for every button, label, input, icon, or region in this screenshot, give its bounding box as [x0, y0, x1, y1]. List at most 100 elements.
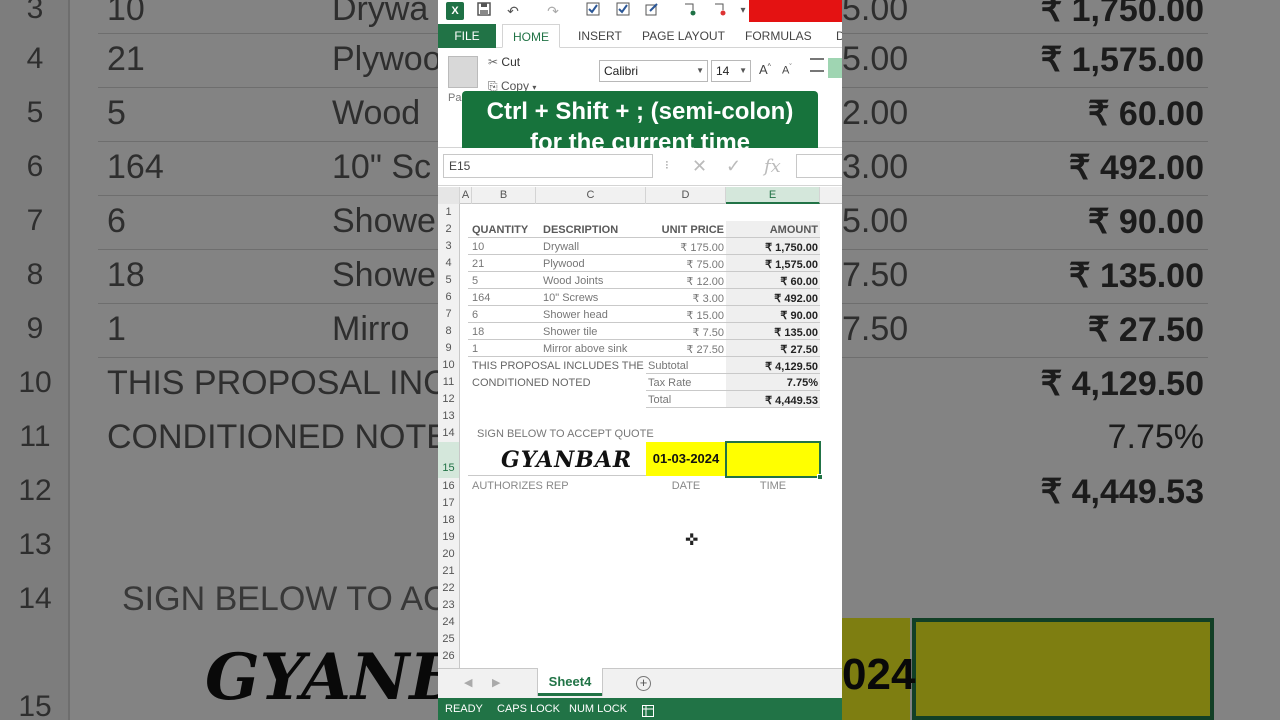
share-icon[interactable]: [681, 2, 699, 20]
row-header[interactable]: 16: [438, 478, 460, 495]
table-divider: [468, 237, 820, 238]
font-size-value: 14: [716, 64, 730, 78]
checkbox-icon[interactable]: [584, 2, 602, 20]
status-caps-lock: CAPS LOCK: [497, 703, 560, 715]
sheet-tab-sheet4[interactable]: Sheet4: [538, 668, 602, 696]
row-header[interactable]: 18: [438, 512, 460, 529]
worksheet-grid[interactable]: 1 2 3 4 5 6 7 8 9 10 11 12 13 14 15 16 1…: [438, 204, 842, 668]
table-divider: [468, 305, 820, 306]
tab-page-layout[interactable]: PAGE LAYOUT: [632, 24, 735, 48]
row-header[interactable]: 2: [438, 221, 460, 238]
save-icon[interactable]: [475, 2, 493, 20]
time-label: TIME: [759, 480, 787, 492]
table-divider: [468, 322, 820, 323]
column-headers: A B C D E: [438, 187, 842, 204]
header-amount: AMOUNT: [769, 224, 818, 236]
tab-data[interactable]: D: [826, 24, 842, 48]
date-cell[interactable]: 01-03-2024: [646, 442, 726, 476]
table-divider: [468, 339, 820, 340]
row-header[interactable]: 11: [438, 374, 460, 391]
item-price: ₹ 7.50: [692, 327, 724, 339]
column-header-b[interactable]: B: [472, 187, 536, 204]
select-all-corner[interactable]: [438, 187, 460, 204]
row-header[interactable]: 14: [438, 425, 460, 442]
grow-font-label: A: [759, 62, 768, 77]
column-header-d[interactable]: D: [646, 187, 726, 204]
column-header-e[interactable]: E: [726, 187, 820, 204]
sign-prompt: SIGN BELOW TO ACCEPT QUOTE: [477, 428, 654, 440]
column-header-a[interactable]: A: [460, 187, 472, 204]
proposal-line-2: CONDITIONED NOTED: [472, 377, 591, 389]
row-header[interactable]: 1: [438, 204, 460, 221]
scroll-right-icon[interactable]: ▶: [492, 676, 500, 689]
row-header[interactable]: 3: [438, 238, 460, 255]
tab-home[interactable]: HOME: [502, 24, 560, 48]
scissors-icon: ✂: [488, 55, 499, 69]
excel-logo-icon: X: [446, 2, 464, 20]
grow-font-button[interactable]: A^: [759, 62, 771, 77]
remove-icon[interactable]: [711, 2, 729, 20]
row-header[interactable]: 24: [438, 614, 460, 631]
wrap-text-icon[interactable]: [828, 58, 842, 78]
column-header-c[interactable]: C: [536, 187, 646, 204]
undo-icon[interactable]: ↶: [504, 2, 522, 20]
add-sheet-icon[interactable]: +: [636, 676, 651, 691]
macro-record-icon[interactable]: [642, 703, 654, 720]
item-price: ₹ 75.00: [686, 259, 724, 271]
checkbox-icon[interactable]: [614, 2, 632, 20]
align-top-icon[interactable]: [810, 58, 824, 72]
row-header[interactable]: 17: [438, 495, 460, 512]
table-divider: [646, 390, 820, 391]
tab-file[interactable]: FILE: [438, 24, 496, 48]
item-amount: ₹ 90.00: [780, 310, 818, 322]
tip-line-1: Ctrl + Shift + ; (semi-colon): [486, 98, 794, 125]
font-name-select[interactable]: Calibri ▼: [599, 60, 708, 82]
authorized-rep-label: AUTHORIZES REP: [472, 480, 569, 492]
redo-icon[interactable]: ↷: [544, 2, 562, 20]
row-header[interactable]: 26: [438, 648, 460, 668]
row-header[interactable]: 13: [438, 408, 460, 425]
selected-cell-e15[interactable]: [725, 441, 823, 480]
row-header[interactable]: 22: [438, 580, 460, 597]
table-divider: [646, 373, 820, 374]
row-header[interactable]: 25: [438, 631, 460, 648]
row-header[interactable]: 8: [438, 323, 460, 340]
row-header[interactable]: 4: [438, 255, 460, 272]
row-header[interactable]: 19: [438, 529, 460, 546]
row-header[interactable]: 21: [438, 563, 460, 580]
row-header[interactable]: 9: [438, 340, 460, 357]
item-qty: 5: [472, 275, 479, 287]
row-header-selected[interactable]: 15: [438, 442, 460, 478]
video-frame: 3 4 5 6 7 8 9 10 11 12 13 14 15 10 21 5 …: [0, 0, 1280, 720]
row-header[interactable]: 5: [438, 272, 460, 289]
row-header[interactable]: 10: [438, 357, 460, 374]
sheet-tab-bar: ◀ ▶ Sheet4 +: [438, 668, 842, 698]
insert-function-icon[interactable]: fx: [764, 156, 781, 177]
paste-icon[interactable]: [448, 56, 478, 88]
formula-input[interactable]: [796, 154, 842, 178]
shrink-font-button[interactable]: Aˇ: [782, 64, 792, 77]
form-edit-icon[interactable]: [643, 2, 661, 20]
row-header[interactable]: 12: [438, 391, 460, 408]
row-header[interactable]: 20: [438, 546, 460, 563]
row-header[interactable]: 6: [438, 289, 460, 306]
name-box[interactable]: E15: [443, 154, 653, 178]
font-size-select[interactable]: 14 ▼: [711, 60, 751, 82]
signature: GYANBAR: [501, 447, 633, 473]
row-header[interactable]: 7: [438, 306, 460, 323]
cut-button[interactable]: ✂ Cut: [488, 55, 520, 69]
status-num-lock: NUM LOCK: [569, 703, 628, 715]
font-name-value: Calibri: [604, 64, 639, 78]
cancel-icon[interactable]: ✕: [692, 156, 707, 177]
tab-insert[interactable]: INSERT: [568, 24, 632, 48]
enter-icon[interactable]: ✓: [726, 156, 741, 177]
item-amount: ₹ 135.00: [774, 327, 818, 339]
cell-cursor-icon: ✜: [685, 532, 699, 549]
row-header[interactable]: 23: [438, 597, 460, 614]
header-quantity: QUANTITY: [472, 224, 529, 236]
tab-formulas[interactable]: FORMULAS: [735, 24, 822, 48]
item-qty: 18: [472, 326, 485, 338]
chevron-down-icon: ▼: [739, 66, 747, 75]
item-amount: ₹ 1,750.00: [765, 242, 818, 254]
scroll-left-icon[interactable]: ◀: [464, 676, 472, 689]
